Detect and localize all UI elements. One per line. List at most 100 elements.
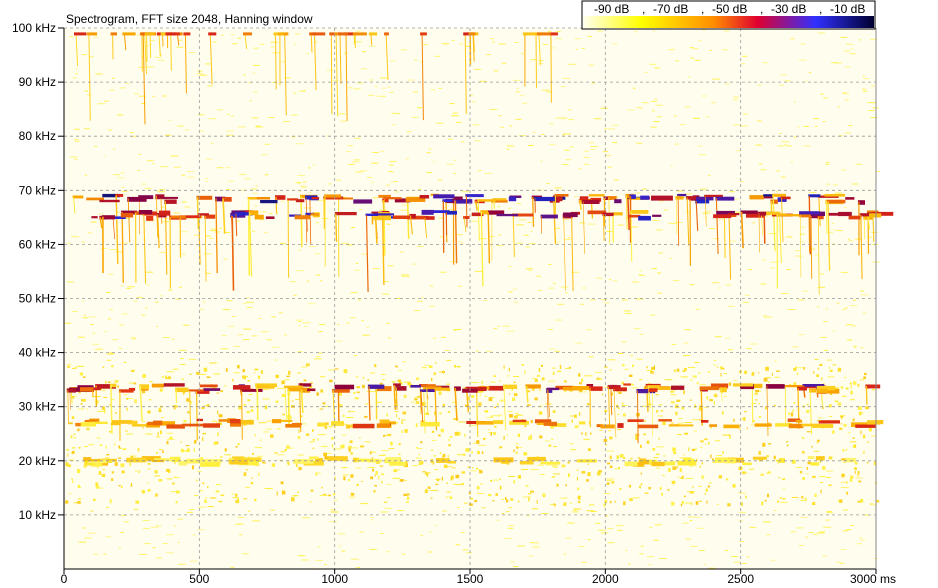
haze-speck xyxy=(488,397,493,402)
haze-speck xyxy=(154,471,158,474)
haze-speck xyxy=(681,500,684,505)
noise-speck xyxy=(547,264,552,265)
haze-speck xyxy=(765,366,769,371)
noise-speck xyxy=(462,549,468,551)
haze-speck xyxy=(175,501,178,504)
noise-speck xyxy=(398,369,402,371)
haze-speck xyxy=(135,500,139,504)
haze-speck xyxy=(646,440,650,444)
haze-speck xyxy=(446,482,448,484)
noise-speck xyxy=(161,206,165,208)
haze-speck xyxy=(77,469,81,474)
noise-speck xyxy=(64,322,71,324)
haze-speck xyxy=(350,492,355,496)
noise-speck xyxy=(486,417,494,419)
haze-speck xyxy=(86,427,90,431)
haze-speck xyxy=(768,443,772,445)
haze-speck xyxy=(391,381,396,383)
haze-speck xyxy=(524,370,526,375)
noise-speck xyxy=(589,504,595,506)
noise-speck xyxy=(804,80,808,82)
noise-speck xyxy=(387,265,394,267)
noise-speck xyxy=(490,416,494,417)
call-stroke xyxy=(307,388,316,392)
noise-speck xyxy=(848,125,853,127)
noise-speck xyxy=(92,332,96,334)
noise-speck xyxy=(300,186,307,188)
haze-speck xyxy=(757,372,760,374)
haze-speck xyxy=(802,451,805,454)
haze-speck xyxy=(324,422,329,425)
haze-speck xyxy=(758,403,761,405)
haze-speck xyxy=(81,399,83,402)
noise-speck xyxy=(579,222,585,224)
haze-speck xyxy=(86,408,88,410)
noise-speck xyxy=(509,125,512,127)
noise-speck xyxy=(655,229,663,231)
haze-speck xyxy=(609,500,612,504)
haze-speck xyxy=(334,368,339,370)
haze-speck xyxy=(343,369,348,374)
noise-speck xyxy=(655,104,663,106)
haze-speck xyxy=(536,375,540,377)
noise-speck xyxy=(870,117,878,119)
noise-speck xyxy=(852,183,859,185)
haze-speck xyxy=(623,501,626,506)
noise-speck xyxy=(742,55,748,57)
haze-speck xyxy=(455,474,460,479)
haze-speck xyxy=(763,378,768,382)
noise-speck xyxy=(73,437,77,439)
noise-speck xyxy=(497,415,501,417)
haze-speck xyxy=(396,414,398,418)
noise-speck xyxy=(105,457,110,459)
haze-speck xyxy=(587,472,591,476)
haze-speck xyxy=(433,455,436,457)
noise-speck xyxy=(451,39,455,41)
noise-speck xyxy=(280,242,286,244)
noise-speck xyxy=(481,507,486,509)
noise-speck xyxy=(173,166,181,168)
haze-speck xyxy=(114,462,118,466)
haze-speck xyxy=(722,451,724,454)
haze-speck xyxy=(832,364,837,366)
haze-speck xyxy=(147,462,151,465)
haze-speck xyxy=(508,393,510,395)
haze-speck xyxy=(538,368,541,372)
noise-speck xyxy=(470,470,477,472)
haze-speck xyxy=(841,473,845,478)
noise-speck xyxy=(590,149,596,150)
noise-speck xyxy=(768,233,777,234)
haze-speck xyxy=(66,449,69,451)
noise-speck xyxy=(184,129,190,131)
call-stroke xyxy=(160,196,178,199)
noise-speck xyxy=(477,469,481,471)
haze-speck xyxy=(172,482,175,485)
haze-speck xyxy=(369,451,372,455)
noise-speck xyxy=(457,285,462,287)
noise-speck xyxy=(215,484,221,486)
noise-speck xyxy=(564,367,569,369)
haze-speck xyxy=(367,379,370,381)
haze-speck xyxy=(864,372,867,376)
noise-speck xyxy=(742,113,749,115)
noise-speck xyxy=(329,521,337,523)
noise-speck xyxy=(117,114,124,116)
noise-speck xyxy=(533,131,536,133)
noise-speck xyxy=(106,359,112,361)
noise-speck xyxy=(289,281,297,283)
noise-speck xyxy=(713,364,717,366)
haze-speck xyxy=(418,453,420,456)
haze-speck xyxy=(242,369,245,373)
haze-speck xyxy=(138,470,141,473)
noise-speck xyxy=(133,508,139,510)
haze-speck xyxy=(147,489,151,492)
noise-speck xyxy=(77,365,85,367)
noise-speck xyxy=(786,269,791,270)
haze-speck xyxy=(166,468,171,472)
haze-speck xyxy=(863,451,865,454)
noise-speck xyxy=(554,187,562,189)
noise-speck xyxy=(646,370,652,371)
haze-speck xyxy=(111,478,114,481)
noise-speck xyxy=(820,93,824,95)
haze-speck xyxy=(288,370,291,375)
